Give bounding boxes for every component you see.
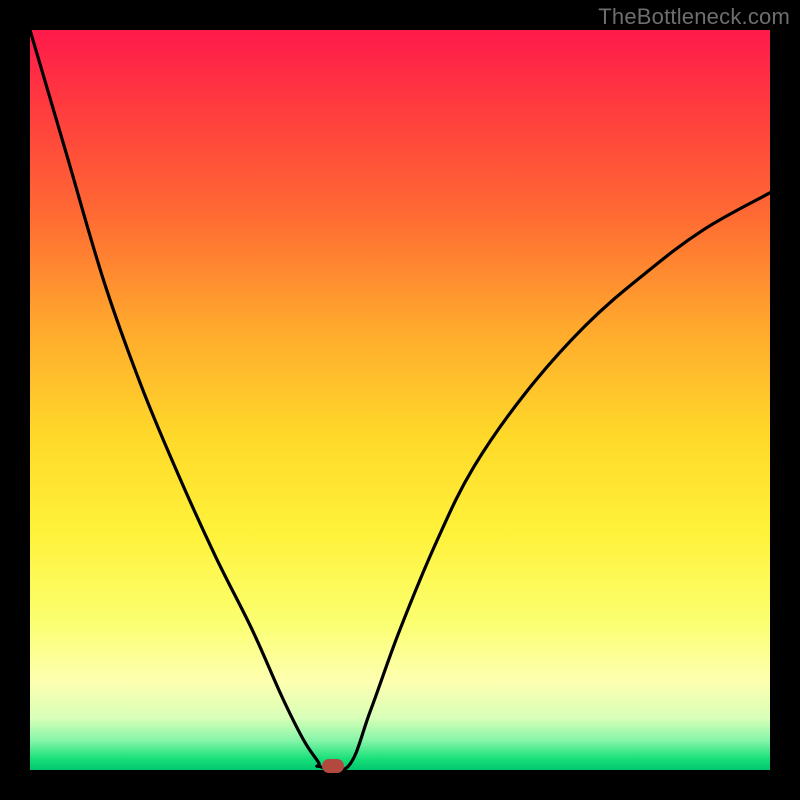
- curve-svg: [30, 30, 770, 770]
- curve-path: [30, 30, 770, 770]
- highlight-marker: [322, 759, 344, 773]
- plot-area: [30, 30, 770, 770]
- chart-frame: TheBottleneck.com: [0, 0, 800, 800]
- watermark-text: TheBottleneck.com: [598, 4, 790, 30]
